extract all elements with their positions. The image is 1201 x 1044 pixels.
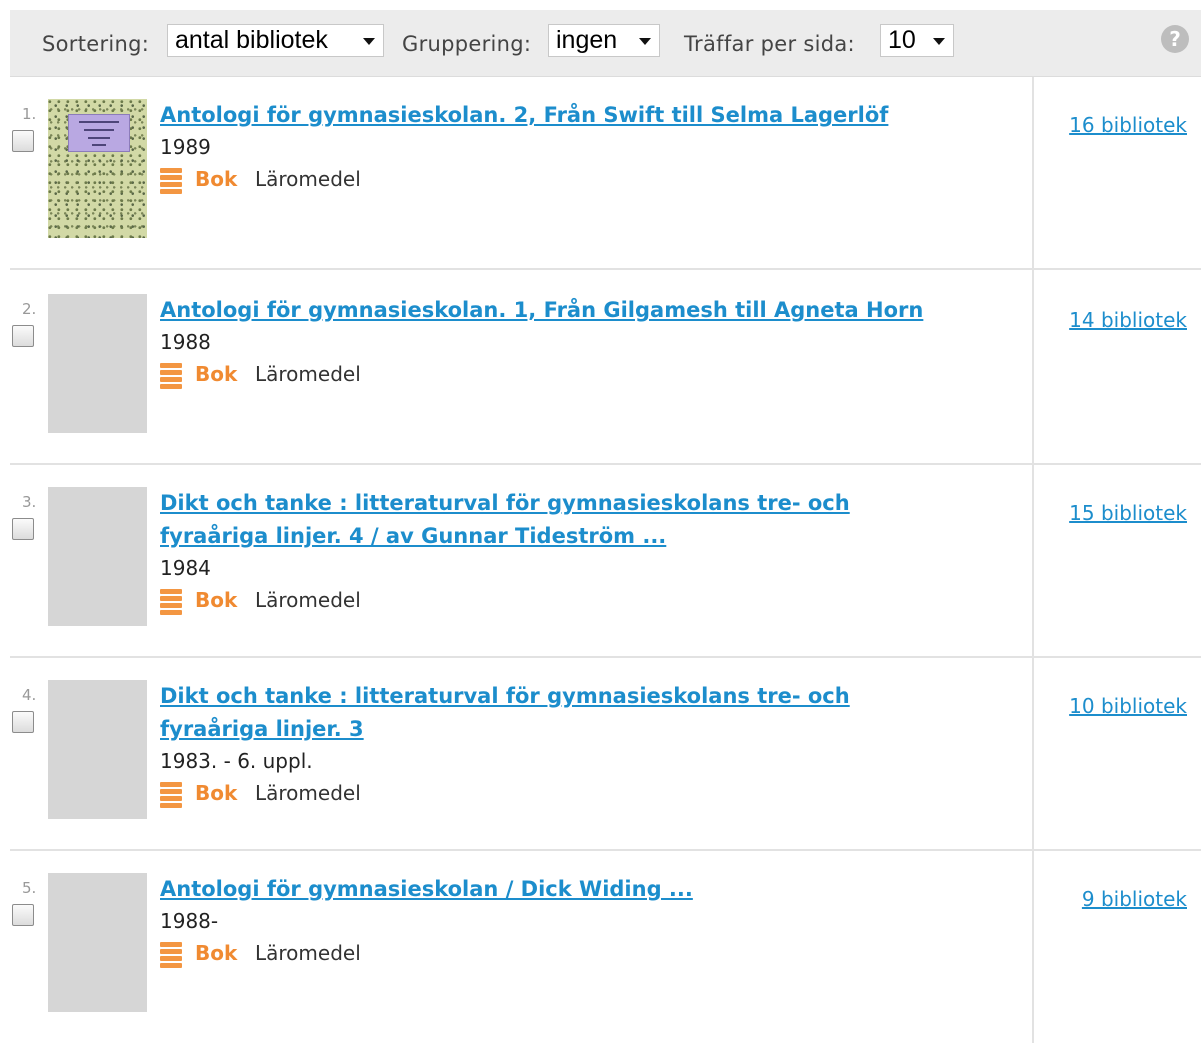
book-cover-thumbnail — [48, 873, 147, 1012]
result-title-link[interactable]: Antologi för gymnasieskolan / Dick Widin… — [160, 873, 693, 906]
result-number: 4. — [22, 686, 37, 704]
perpage-select[interactable]: 10 — [880, 24, 954, 57]
media-type: Bok — [195, 362, 238, 386]
sort-select[interactable]: antal bibliotek — [167, 24, 384, 57]
sort-label: Sortering: — [42, 32, 150, 56]
result-title-link[interactable]: Dikt och tanke : litteraturval för gymna… — [160, 680, 850, 713]
media-type: Bok — [195, 781, 238, 805]
media-subtype: Läromedel — [255, 941, 361, 965]
result-number: 2. — [22, 300, 37, 318]
libraries-count-link[interactable]: 14 bibliotek — [1069, 308, 1187, 332]
result-title-link[interactable]: fyraåriga linjer. 3 — [160, 713, 364, 746]
result-number: 1. — [22, 105, 37, 123]
chevron-down-icon — [933, 38, 945, 45]
result-checkbox[interactable] — [12, 518, 34, 540]
result-title-link[interactable]: Antologi för gymnasieskolan. 2, Från Swi… — [160, 99, 888, 132]
row-separator — [10, 268, 1201, 270]
sort-select-value: antal bibliotek — [175, 26, 328, 54]
result-checkbox[interactable] — [12, 904, 34, 926]
publication-year: 1988 — [160, 330, 211, 354]
book-cover-thumbnail — [48, 680, 147, 819]
media-subtype: Läromedel — [255, 781, 361, 805]
result-item: 2. Antologi för gymnasieskolan. 1, Från G… — [10, 272, 1201, 465]
result-item: 1. Antologi för gymnasieskolan. 2, Från S… — [10, 77, 1201, 270]
result-number: 3. — [22, 493, 37, 511]
publication-year: 1989 — [160, 135, 211, 159]
book-cover-thumbnail — [48, 294, 147, 433]
result-checkbox[interactable] — [12, 130, 34, 152]
book-cover-thumbnail — [48, 487, 147, 626]
results-list: 1. Antologi för gymnasieskolan. 2, Från S… — [10, 77, 1201, 1043]
libraries-count-link[interactable]: 10 bibliotek — [1069, 694, 1187, 718]
result-checkbox[interactable] — [12, 325, 34, 347]
result-number: 5. — [22, 879, 37, 897]
book-stack-icon — [160, 589, 186, 615]
publication-year: 1983. - 6. uppl. — [160, 749, 313, 773]
media-type: Bok — [195, 588, 238, 612]
result-item: 4. Dikt och tanke : litteraturval för gym… — [10, 658, 1201, 851]
media-type: Bok — [195, 941, 238, 965]
result-title-link[interactable]: Dikt och tanke : litteraturval för gymna… — [160, 487, 850, 520]
result-item: 3. Dikt och tanke : litteraturval för gym… — [10, 465, 1201, 658]
perpage-select-value: 10 — [888, 26, 916, 54]
media-type: Bok — [195, 167, 238, 191]
cover-title-plate — [68, 114, 130, 152]
libraries-count-link[interactable]: 16 bibliotek — [1069, 113, 1187, 137]
libraries-count-link[interactable]: 9 bibliotek — [1082, 887, 1187, 911]
chevron-down-icon — [639, 38, 651, 45]
media-subtype: Läromedel — [255, 167, 361, 191]
group-select-value: ingen — [556, 26, 618, 54]
book-stack-icon — [160, 168, 186, 194]
chevron-down-icon — [363, 38, 375, 45]
group-label: Gruppering: — [402, 32, 532, 56]
help-icon[interactable]: ? — [1161, 25, 1189, 53]
book-stack-icon — [160, 942, 186, 968]
result-item: 5. Antologi för gymnasieskolan / Dick Wid… — [10, 851, 1201, 1044]
publication-year: 1988- — [160, 909, 219, 933]
media-subtype: Läromedel — [255, 362, 361, 386]
book-stack-icon — [160, 363, 186, 389]
result-title-link[interactable]: fyraåriga linjer. 4 / av Gunnar Tideströ… — [160, 520, 666, 553]
search-toolbar: Sortering: antal bibliotek Gruppering: i… — [10, 10, 1201, 77]
perpage-label: Träffar per sida: — [684, 32, 855, 56]
book-stack-icon — [160, 782, 186, 808]
result-title-link[interactable]: Antologi för gymnasieskolan. 1, Från Gil… — [160, 294, 923, 327]
result-checkbox[interactable] — [12, 711, 34, 733]
publication-year: 1984 — [160, 556, 211, 580]
media-subtype: Läromedel — [255, 588, 361, 612]
book-cover-thumbnail — [48, 99, 147, 238]
group-select[interactable]: ingen — [548, 24, 660, 57]
libraries-count-link[interactable]: 15 bibliotek — [1069, 501, 1187, 525]
